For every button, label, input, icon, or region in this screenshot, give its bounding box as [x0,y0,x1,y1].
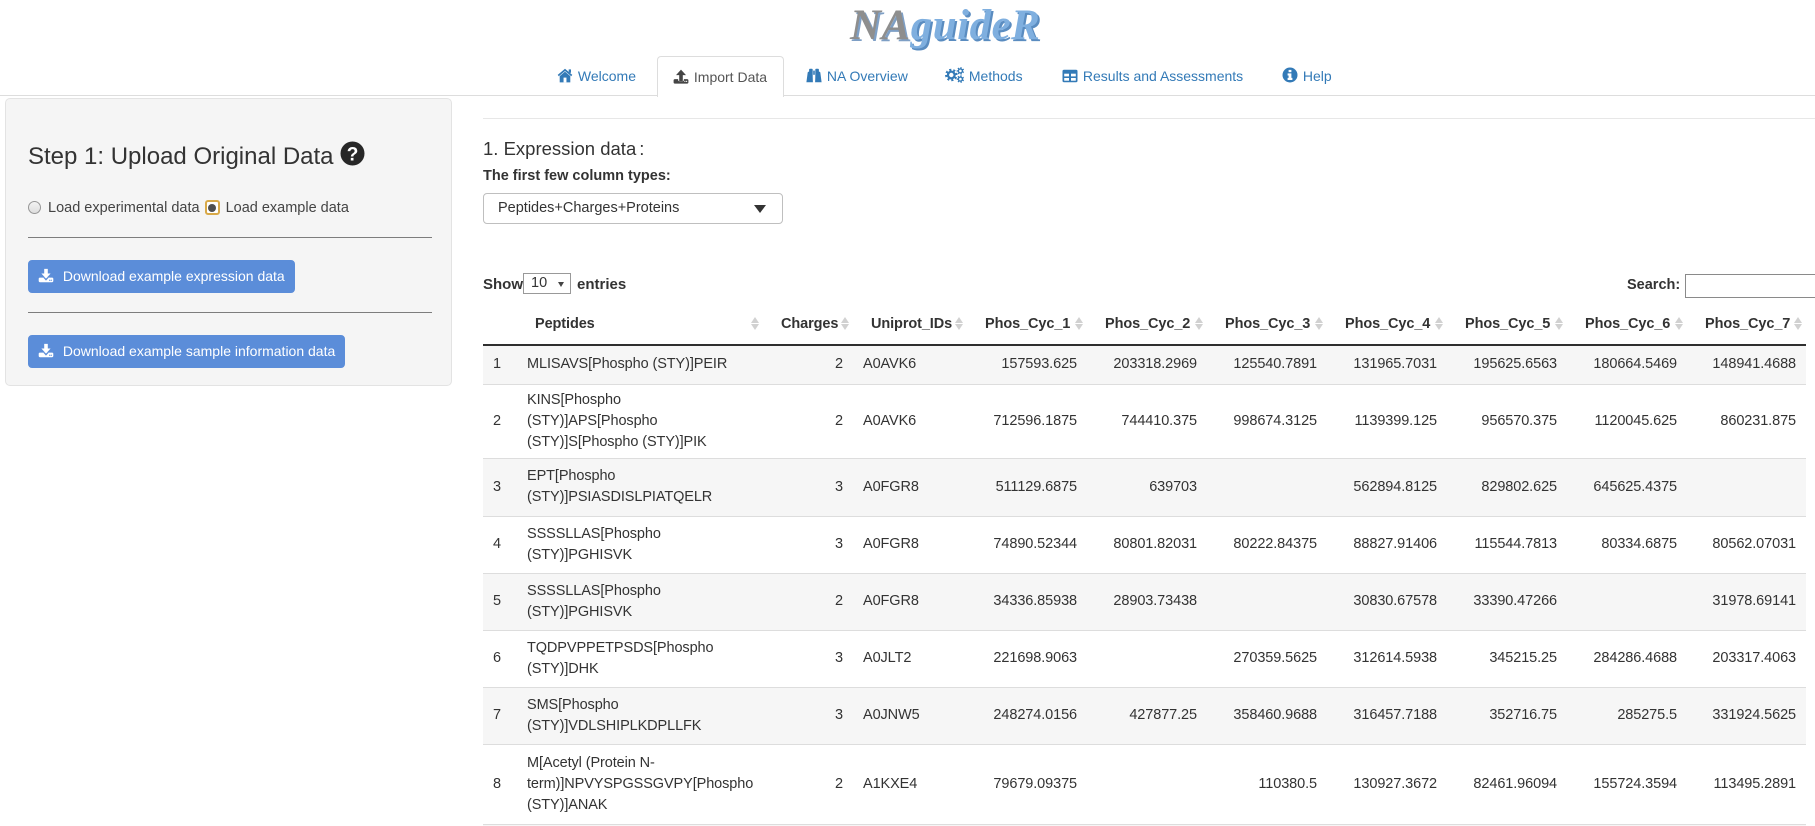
svg-text:?: ? [346,144,358,165]
